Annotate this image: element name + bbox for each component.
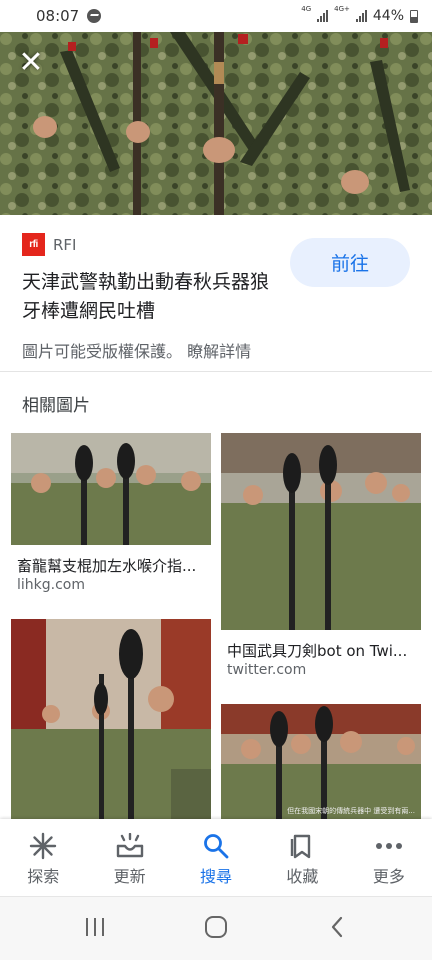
related-caption-2[interactable]: 中国武具刀剣bot on Twi...: [227, 640, 417, 661]
related-image-4[interactable]: 但在我國宋朝的傳統兵器中 遭受到有兩...: [221, 704, 421, 819]
copyright-notice: 圖片可能受版權保護。 瞭解詳情: [22, 338, 251, 362]
related-domain-2: twitter.com: [227, 662, 307, 678]
asterisk-icon: [29, 832, 57, 860]
source-name: RFI: [53, 235, 77, 254]
more-dots-icon: [375, 833, 403, 859]
signal-icon-2: [355, 10, 367, 22]
recent-apps-icon[interactable]: [82, 915, 108, 939]
nav-collections[interactable]: 收藏: [259, 819, 345, 896]
nav-updates-label: 更新: [113, 867, 146, 886]
nav-updates[interactable]: 更新: [86, 819, 172, 896]
learn-more-link[interactable]: 瞭解詳情: [187, 342, 251, 361]
related-image-2[interactable]: [221, 433, 421, 630]
visit-button[interactable]: 前往: [290, 238, 410, 287]
related-caption-1[interactable]: 畜龍幫支棍加左水喉介指...: [17, 555, 207, 576]
nav-explore[interactable]: 探索: [0, 819, 86, 896]
soldiers-thumbnail: [11, 433, 211, 545]
source-row[interactable]: rfi RFI: [22, 233, 76, 256]
divider: [0, 371, 432, 372]
nav-search-label: 搜尋: [200, 867, 233, 886]
soldiers-thumbnail: [11, 619, 211, 819]
back-icon[interactable]: [325, 915, 349, 939]
home-icon[interactable]: [202, 915, 230, 939]
battery-icon: [410, 9, 418, 23]
nav-more-label: 更多: [372, 867, 405, 886]
soldiers-thumbnail: [221, 433, 421, 630]
copyright-text: 圖片可能受版權保護。: [22, 342, 183, 361]
nav-more[interactable]: 更多: [346, 819, 432, 896]
messenger-icon: [87, 9, 102, 23]
network-type-1: 4G: [301, 5, 312, 13]
nav-search[interactable]: 搜尋: [173, 819, 259, 896]
nav-explore-label: 探索: [27, 867, 60, 886]
nav-collections-label: 收藏: [286, 867, 319, 886]
related-domain-1: lihkg.com: [17, 577, 85, 593]
related-image-3[interactable]: [11, 619, 211, 819]
status-icons: 4G 4G+ 44%: [301, 5, 418, 24]
search-icon: [203, 833, 229, 859]
close-icon: ✕: [18, 45, 44, 80]
bookmark-icon: [289, 833, 315, 859]
related-image-1[interactable]: [11, 433, 211, 545]
page-title[interactable]: 天津武警執勤出動春秋兵器狼牙棒遭網民吐槽: [22, 268, 284, 326]
network-type-2: 4G+: [334, 5, 350, 13]
status-time: 08:07: [36, 7, 80, 25]
image-watermark: 但在我國宋朝的傳統兵器中 遭受到有兩...: [287, 807, 415, 815]
hero-image[interactable]: ✕: [0, 32, 432, 215]
close-button[interactable]: ✕: [14, 48, 48, 82]
status-bar: 08:07 4G 4G+ 44%: [0, 0, 432, 32]
system-nav-bar: [0, 896, 432, 960]
rfi-logo: rfi: [22, 233, 45, 256]
inbox-tray-icon: [115, 833, 145, 859]
bottom-nav: 探索 更新 搜尋 收藏 更多: [0, 819, 432, 896]
soldiers-thumbnail: [221, 704, 421, 819]
signal-icon: [317, 10, 329, 22]
soldiers-photo: [0, 32, 432, 215]
battery-percent: 44%: [372, 8, 404, 24]
related-heading: 相關圖片: [22, 396, 90, 416]
